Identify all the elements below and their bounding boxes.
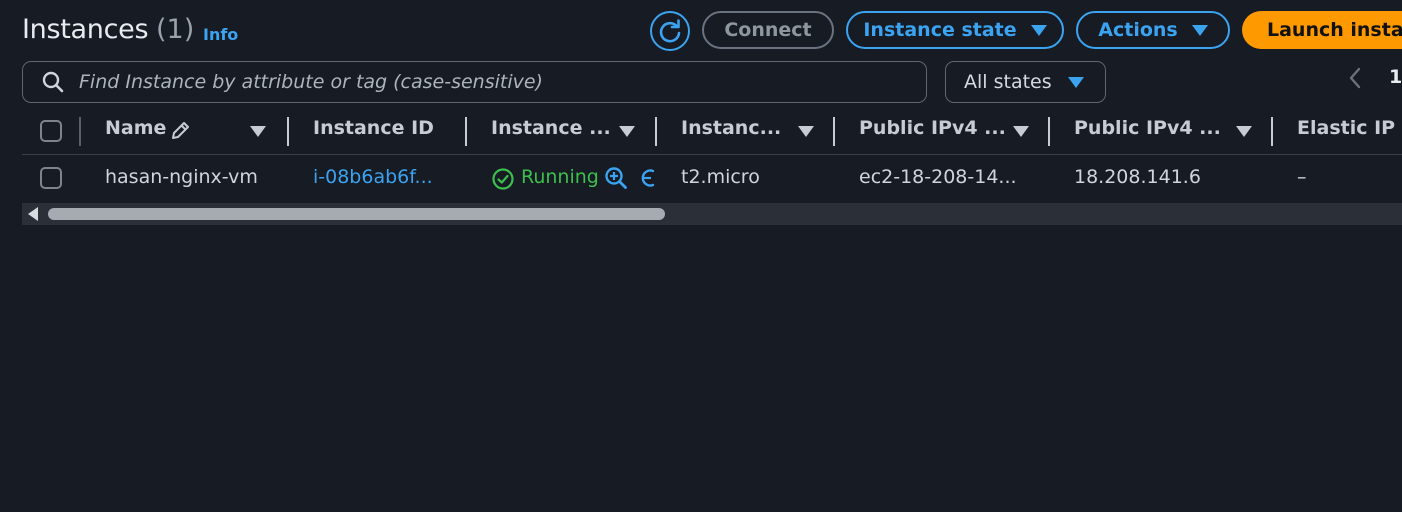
search-icon [42, 71, 64, 93]
check-circle-icon [492, 168, 514, 190]
column-divider [79, 117, 81, 146]
cell-elastic-ip: – [1297, 166, 1307, 188]
zoom-out-icon[interactable] [638, 166, 658, 190]
column-header-label: Elastic IP [1297, 117, 1396, 139]
launch-instances-button[interactable]: Launch instan [1242, 11, 1402, 49]
caret-down-icon [1191, 24, 1208, 36]
column-header-instance-state[interactable]: Instance ... [491, 117, 611, 139]
caret-down-icon [1030, 24, 1047, 36]
launch-label: Launch instan [1267, 19, 1402, 41]
cell-public-ip: 18.208.141.6 [1074, 166, 1201, 188]
state-filter-label: All states [964, 71, 1052, 93]
scroll-left-arrow-icon[interactable] [28, 207, 38, 221]
column-divider[interactable] [833, 117, 835, 146]
row-checkbox[interactable] [40, 167, 62, 189]
instance-state-label: Instance state [863, 19, 1017, 41]
actions-label: Actions [1098, 19, 1178, 41]
column-header-public-ip[interactable]: Public IPv4 ... [1074, 117, 1221, 139]
cell-state: Running [521, 166, 599, 188]
column-divider[interactable] [465, 117, 467, 146]
column-header-label: Public IPv4 ... [859, 117, 1006, 139]
column-divider[interactable] [1048, 117, 1050, 146]
column-header-label: Instanc... [681, 117, 782, 139]
table-divider [22, 154, 1402, 155]
search-bar[interactable] [22, 61, 927, 103]
column-divider[interactable] [1271, 117, 1273, 146]
refresh-icon [659, 19, 681, 43]
cell-public-dns: ec2-18-208-14... [859, 166, 1017, 188]
column-header-label: Public IPv4 ... [1074, 117, 1221, 139]
page-title: Instances [22, 14, 149, 45]
caret-down-icon[interactable] [619, 126, 635, 137]
chevron-left-icon[interactable] [1346, 66, 1364, 90]
column-header-name[interactable]: Name [105, 117, 166, 139]
connect-button[interactable]: Connect [702, 11, 834, 49]
column-header-instance-type[interactable]: Instanc... [681, 117, 781, 139]
caret-down-icon[interactable] [798, 126, 814, 137]
column-header-label: Instance ID [313, 117, 434, 139]
refresh-button[interactable] [650, 11, 690, 51]
cell-name: hasan-nginx-vm [105, 166, 258, 188]
caret-down-icon[interactable] [250, 126, 266, 137]
zoom-in-icon[interactable] [604, 166, 628, 190]
column-divider[interactable] [655, 117, 657, 146]
caret-down-icon[interactable] [1236, 126, 1252, 137]
column-header-instance-id[interactable]: Instance ID [313, 117, 434, 139]
state-filter-select[interactable]: All states [945, 61, 1106, 103]
cell-instance-id-link[interactable]: i-08b6ab6f... [313, 166, 433, 188]
cell-instance-type: t2.micro [681, 166, 760, 188]
caret-down-icon[interactable] [1013, 126, 1029, 137]
actions-button[interactable]: Actions [1076, 11, 1230, 49]
column-header-public-dns[interactable]: Public IPv4 ... [859, 117, 1006, 139]
edit-icon[interactable] [169, 120, 191, 142]
connect-label: Connect [724, 19, 812, 41]
instance-state-button[interactable]: Instance state [846, 11, 1064, 49]
scrollbar-thumb[interactable] [48, 208, 665, 220]
caret-down-icon [1067, 76, 1084, 88]
select-all-checkbox[interactable] [40, 120, 62, 142]
column-divider[interactable] [287, 117, 289, 146]
instance-count: (1) [156, 14, 195, 45]
info-link[interactable]: Info [203, 25, 238, 44]
search-input[interactable] [77, 70, 901, 94]
page-number[interactable]: 1 [1389, 66, 1402, 88]
column-header-label: Name [105, 117, 167, 139]
column-header-label: Instance ... [491, 117, 611, 139]
column-header-elastic-ip[interactable]: Elastic IP [1297, 117, 1395, 139]
